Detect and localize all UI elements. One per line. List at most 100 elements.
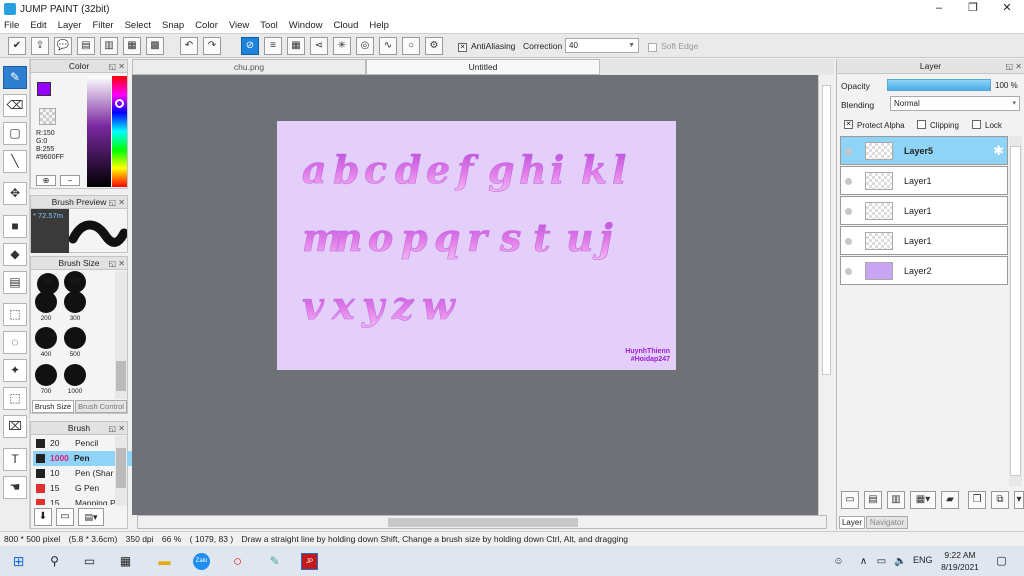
snap-off-icon[interactable]: ⊘: [241, 37, 259, 55]
snap-vanishing-icon[interactable]: ⋖: [310, 37, 328, 55]
tab-brush-control[interactable]: Brush Control: [75, 400, 127, 413]
store-icon[interactable]: ▦: [117, 553, 134, 570]
duplicate-layer-icon[interactable]: ❐: [968, 491, 986, 509]
zalo-icon[interactable]: Zalo: [193, 553, 210, 570]
minimize-button[interactable]: –: [922, 0, 956, 18]
folder-icon[interactable]: ▰: [941, 491, 959, 509]
menu-filter[interactable]: Filter: [92, 20, 113, 31]
layer-type-menu-icon[interactable]: ▦▾: [910, 491, 936, 509]
new-text-layer-icon[interactable]: ▥: [887, 491, 905, 509]
notification-icon[interactable]: ▢: [993, 553, 1010, 570]
scroll-thumb[interactable]: [388, 518, 578, 527]
language-indicator[interactable]: ENG: [913, 555, 933, 565]
layer-list-scrollbar[interactable]: [1009, 136, 1022, 486]
chevron-up-icon[interactable]: ∧: [855, 553, 872, 570]
cloud-sync-icon[interactable]: ✔: [8, 37, 26, 55]
select-eraser-tool-icon[interactable]: ⌧: [3, 415, 27, 438]
snap-circle-icon[interactable]: ◎: [356, 37, 374, 55]
gradient-tool-icon[interactable]: ▤: [3, 271, 27, 294]
text-tool-icon[interactable]: T: [3, 448, 27, 471]
brush-list-scrollbar[interactable]: [115, 436, 127, 506]
search-icon[interactable]: ⚲: [46, 553, 63, 570]
menu-window[interactable]: Window: [289, 20, 323, 31]
menu-cloud[interactable]: Cloud: [334, 20, 359, 31]
delete-layer-icon[interactable]: ▾: [1014, 491, 1024, 509]
layer-row-layer1[interactable]: Layer1: [840, 226, 1008, 255]
paint-app-icon[interactable]: ✎: [266, 553, 283, 570]
snap-grid-icon[interactable]: ▦: [287, 37, 305, 55]
antialiasing-checkbox[interactable]: ✕: [458, 43, 467, 52]
brush-size-scrollbar[interactable]: [115, 271, 127, 399]
visibility-icon[interactable]: [845, 178, 852, 185]
jump-paint-icon[interactable]: JP: [301, 553, 318, 570]
scroll-thumb[interactable]: [116, 361, 126, 391]
canvas-vertical-scrollbar[interactable]: [818, 75, 832, 515]
select-rect-tool-icon[interactable]: ⬚: [3, 303, 27, 326]
panel-close-icon[interactable]: ◱ ✕: [109, 258, 125, 270]
visibility-icon[interactable]: [845, 208, 852, 215]
snap-settings-icon[interactable]: ⚙: [425, 37, 443, 55]
page-icon[interactable]: ▥: [100, 37, 118, 55]
hue-handle[interactable]: [115, 99, 124, 108]
grid-settings-icon[interactable]: ▩: [146, 37, 164, 55]
layer-row-layer2[interactable]: Layer2: [840, 256, 1008, 285]
new-layer-icon[interactable]: ▭: [841, 491, 859, 509]
move-tool-icon[interactable]: ✥: [3, 182, 27, 205]
close-button[interactable]: ✕: [990, 0, 1024, 18]
select-pen-tool-icon[interactable]: ⬚: [3, 387, 27, 410]
transparent-swatch[interactable]: [39, 108, 56, 125]
scroll-thumb[interactable]: [1010, 146, 1021, 476]
layer-row-layer1[interactable]: Layer1: [840, 166, 1008, 195]
correction-select[interactable]: 40 ▼: [565, 38, 639, 53]
menu-view[interactable]: View: [229, 20, 249, 31]
menu-tool[interactable]: Tool: [260, 20, 277, 31]
remove-color-button[interactable]: –: [60, 175, 80, 186]
menu-layer[interactable]: Layer: [58, 20, 82, 31]
brush-size-dot[interactable]: [35, 364, 57, 386]
rectangle-tool-icon[interactable]: ▢: [3, 122, 27, 145]
menu-snap[interactable]: Snap: [162, 20, 184, 31]
magic-wand-tool-icon[interactable]: ✦: [3, 359, 27, 382]
brush-size-dot[interactable]: [64, 327, 86, 349]
snap-parallel-icon[interactable]: ≡: [264, 37, 282, 55]
people-icon[interactable]: ☺: [830, 553, 847, 570]
maximize-button[interactable]: ❐: [956, 0, 990, 18]
menu-file[interactable]: File: [4, 20, 19, 31]
panel-close-icon[interactable]: ◱ ✕: [109, 423, 125, 435]
brush-size-dot[interactable]: [35, 327, 57, 349]
brush-size-dot[interactable]: [35, 291, 57, 313]
menu-help[interactable]: Help: [369, 20, 389, 31]
windows-start-icon[interactable]: ⊞: [10, 553, 27, 570]
message-icon[interactable]: ▤: [77, 37, 95, 55]
tab-navigator[interactable]: Navigator: [866, 516, 908, 529]
tab-untitled[interactable]: Untitled: [366, 59, 600, 75]
menu-select[interactable]: Select: [125, 20, 151, 31]
menu-color[interactable]: Color: [195, 20, 218, 31]
visibility-icon[interactable]: [845, 238, 852, 245]
new-brush-icon[interactable]: ▭: [56, 508, 74, 526]
hand-tool-icon[interactable]: ☚: [3, 476, 27, 499]
line-tool-icon[interactable]: ╲: [3, 150, 27, 173]
share-icon[interactable]: ⇪: [31, 37, 49, 55]
tab-chu-png[interactable]: chu.png: [132, 59, 366, 75]
layer-row-layer5[interactable]: Layer5 ✱: [840, 136, 1008, 165]
add-color-button[interactable]: ⊕: [36, 175, 56, 186]
volume-icon[interactable]: 🔈: [892, 553, 909, 570]
scroll-thumb[interactable]: [116, 448, 126, 488]
panel-close-icon[interactable]: ◱ ✕: [109, 197, 125, 209]
comment-icon[interactable]: 💬: [54, 37, 72, 55]
scroll-thumb[interactable]: [822, 85, 831, 375]
clipping-checkbox[interactable]: [917, 120, 926, 129]
drawing-canvas[interactable]: abcdefghiklmnopqrstujvxyzw HuynhThienn #…: [277, 121, 676, 370]
panel-close-icon[interactable]: ◱ ✕: [109, 61, 125, 73]
panel-close-icon[interactable]: ◱ ✕: [1006, 60, 1022, 74]
saturation-picker[interactable]: [87, 76, 111, 187]
merge-layer-icon[interactable]: ⧉: [991, 491, 1009, 509]
lock-checkbox[interactable]: [972, 120, 981, 129]
gear-icon[interactable]: ✱: [993, 143, 1004, 159]
brush-size-dot[interactable]: [64, 291, 86, 313]
foreground-swatch[interactable]: [37, 82, 51, 96]
snap-ellipse-icon[interactable]: ○: [402, 37, 420, 55]
protect-alpha-checkbox[interactable]: ✕: [844, 120, 853, 129]
visibility-icon[interactable]: [845, 148, 852, 155]
